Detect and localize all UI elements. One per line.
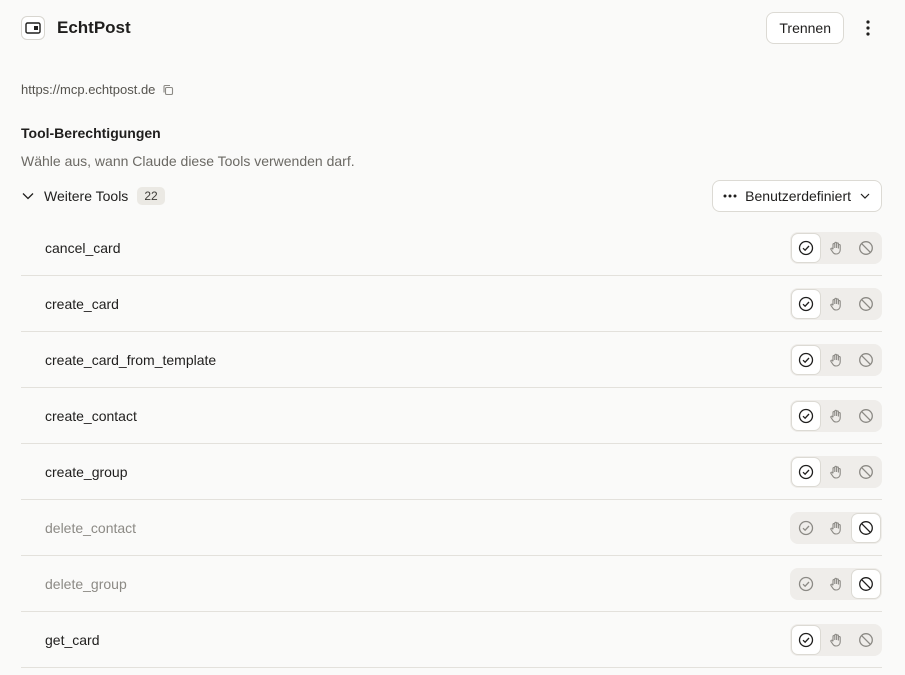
ban-icon <box>859 408 873 423</box>
tool-count-badge: 22 <box>137 187 165 205</box>
tool-name: get_card <box>45 631 100 648</box>
permissions-description: Wähle aus, wann Claude diese Tools verwe… <box>21 153 355 169</box>
allow-button[interactable] <box>792 289 820 318</box>
ask-button[interactable] <box>822 346 850 374</box>
ban-icon <box>859 520 873 535</box>
check-circle-icon <box>798 632 814 647</box>
permission-mode-select[interactable]: Benutzerdefiniert <box>712 180 882 212</box>
block-button[interactable] <box>852 626 880 654</box>
allow-button[interactable] <box>792 625 820 654</box>
tool-row-get-card: get_card <box>21 612 882 668</box>
chevron-down-icon <box>22 193 34 200</box>
tool-row-create-card-from-template: create_card_from_template <box>21 332 882 388</box>
hand-icon <box>830 409 841 423</box>
tool-row-create-contact: create_contact <box>21 388 882 444</box>
check-circle-icon <box>798 352 814 367</box>
hand-icon <box>830 633 841 647</box>
tool-list: cancel_card create_card create_card_from… <box>21 220 882 668</box>
tool-row-cancel-card: cancel_card <box>21 220 882 276</box>
header: EchtPost Trennen <box>21 12 882 44</box>
tool-name: delete_group <box>45 575 127 592</box>
tool-name: create_group <box>45 463 128 480</box>
more-options-button[interactable] <box>854 14 882 42</box>
permission-toggle-group <box>790 455 882 488</box>
tool-name: create_contact <box>45 407 137 424</box>
app-title: EchtPost <box>57 18 131 37</box>
allow-button[interactable] <box>792 514 820 542</box>
tool-group-header: Weitere Tools 22 Benutzerdefiniert <box>21 180 882 212</box>
check-circle-icon <box>798 408 814 423</box>
group-label: Weitere Tools <box>44 188 129 204</box>
hand-icon <box>830 353 841 367</box>
check-circle-icon <box>798 520 814 535</box>
ban-icon <box>859 352 873 367</box>
ban-icon <box>859 464 873 479</box>
ban-icon <box>859 576 873 591</box>
allow-button[interactable] <box>792 401 820 430</box>
hand-icon <box>830 465 841 479</box>
block-button[interactable] <box>852 569 880 598</box>
ban-icon <box>859 632 873 647</box>
permission-toggle-group <box>790 343 882 376</box>
permission-toggle-group <box>790 287 882 320</box>
group-collapse-toggle[interactable]: Weitere Tools 22 <box>21 187 165 205</box>
ask-button[interactable] <box>822 458 850 486</box>
block-button[interactable] <box>852 402 880 430</box>
server-url-row: https://mcp.echtpost.de <box>21 82 174 97</box>
permissions-title: Tool-Berechtigungen <box>21 125 161 141</box>
check-circle-icon <box>798 464 814 479</box>
tool-name: cancel_card <box>45 239 121 256</box>
hand-icon <box>830 297 841 311</box>
hand-icon <box>830 521 841 535</box>
allow-button[interactable] <box>792 233 820 262</box>
ask-button[interactable] <box>822 290 850 318</box>
server-url: https://mcp.echtpost.de <box>21 82 156 97</box>
ask-button[interactable] <box>822 514 850 542</box>
more-horizontal-icon <box>723 194 737 198</box>
ban-icon <box>859 296 873 311</box>
allow-button[interactable] <box>792 570 820 598</box>
copy-icon <box>163 84 174 95</box>
block-button[interactable] <box>852 513 880 542</box>
check-circle-icon <box>798 240 814 255</box>
tool-row-create-card: create_card <box>21 276 882 332</box>
permission-toggle-group <box>790 231 882 264</box>
copy-url-button[interactable] <box>162 84 174 96</box>
disconnect-button[interactable]: Trennen <box>766 12 844 44</box>
allow-button[interactable] <box>792 345 820 374</box>
hand-icon <box>830 241 841 255</box>
ask-button[interactable] <box>822 570 850 598</box>
ask-button[interactable] <box>822 626 850 654</box>
ask-button[interactable] <box>822 234 850 262</box>
more-vertical-icon <box>866 20 870 36</box>
tool-row-create-group: create_group <box>21 444 882 500</box>
check-circle-icon <box>798 296 814 311</box>
ban-icon <box>859 240 873 255</box>
tool-row-delete-group: delete_group <box>21 556 882 612</box>
block-button[interactable] <box>852 458 880 486</box>
check-circle-icon <box>798 576 814 591</box>
permission-mode-label: Benutzerdefiniert <box>745 188 851 204</box>
hand-icon <box>830 577 841 591</box>
block-button[interactable] <box>852 346 880 374</box>
block-button[interactable] <box>852 290 880 318</box>
window-icon <box>25 22 41 34</box>
block-button[interactable] <box>852 234 880 262</box>
tool-name: create_card <box>45 295 119 312</box>
chevron-down-icon <box>860 193 870 199</box>
permission-toggle-group <box>790 399 882 432</box>
permission-toggle-group <box>790 567 882 600</box>
permission-toggle-group <box>790 623 882 656</box>
tool-row-delete-contact: delete_contact <box>21 500 882 556</box>
tool-name: create_card_from_template <box>45 351 217 368</box>
permission-toggle-group <box>790 511 882 544</box>
app-icon <box>21 16 45 40</box>
ask-button[interactable] <box>822 402 850 430</box>
tool-name: delete_contact <box>45 519 137 536</box>
allow-button[interactable] <box>792 457 820 486</box>
